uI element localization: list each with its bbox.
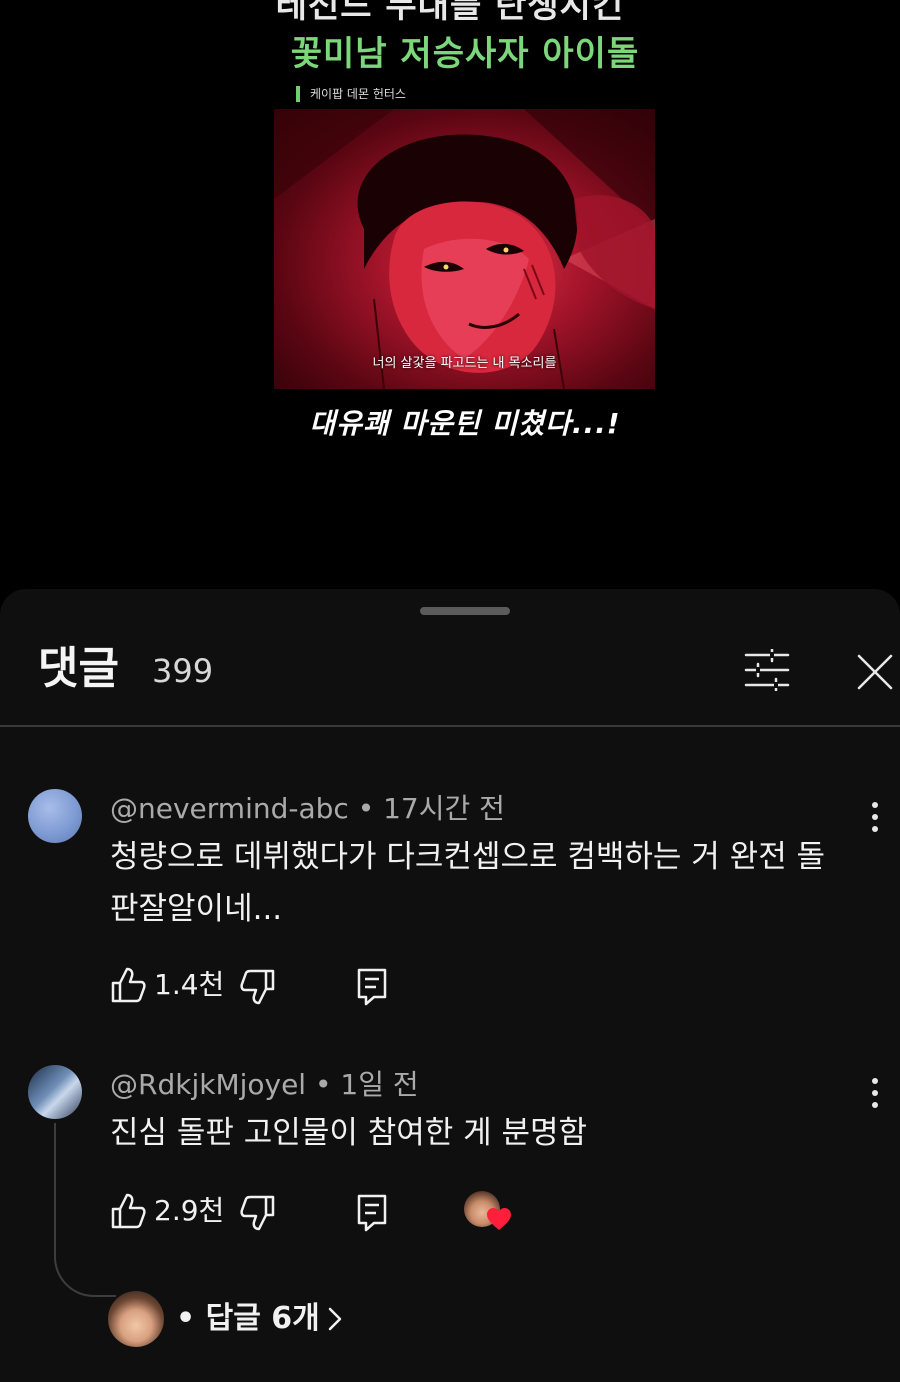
reply-icon[interactable] [356,1193,388,1233]
video-still-illustration [274,109,655,389]
thumbs-down-icon[interactable] [240,967,276,1007]
avatar[interactable] [28,789,82,843]
video-caption: 대유쾌 마운틴 미쳤다...! [309,407,621,440]
video-frame: 너의 살갗을 파고드는 내 목소리를 [274,109,655,389]
header-divider [0,725,900,727]
video-player[interactable]: 레전드 무대를 탄생시킨 꽃미남 저승사자 아이돌 케이팝 데몬 헌터스 너의 … [0,0,900,600]
video-subtitle: 너의 살갗을 파고드는 내 목소리를 [372,356,557,371]
more-vert-icon[interactable] [862,797,888,837]
thumbs-up-icon[interactable] [110,1191,146,1231]
close-icon[interactable] [856,653,894,691]
thumbs-down-icon[interactable] [240,1193,276,1233]
like-count: 2.9천 [154,1194,225,1227]
avatar[interactable] [28,1065,82,1119]
more-vert-icon[interactable] [862,1073,888,1113]
video-headline-line1: 레전드 무대를 탄생시킨 [275,0,625,26]
comment-text: 진심 돌판 고인물이 참여한 게 분명함 [110,1115,588,1151]
video-headline-line2: 꽃미남 저승사자 아이돌 [290,34,640,74]
comments-title: 댓글 [38,643,119,694]
comment-text: 청량으로 데뷔했다가 다크컨셉으로 컴백하는 거 완전 돌판잘알이네... [110,839,826,927]
chevron-right-icon [328,1307,342,1331]
sliders-icon[interactable] [744,649,790,691]
comments-sheet: 댓글 399 @nevermind-abc • 17시간 전 청량으로 데뷔했다… [0,589,900,1382]
drag-handle[interactable] [420,607,510,615]
reply-author-avatar [108,1291,164,1347]
thumbs-up-icon[interactable] [110,965,146,1005]
reply-thread-line [54,1123,116,1297]
creator-heart-badge [464,1191,512,1233]
reply-icon[interactable] [356,967,388,1007]
comments-count: 399 [152,652,214,690]
comment-meta[interactable]: @nevermind-abc • 17시간 전 [110,791,505,827]
comment-meta[interactable]: @RdkjkMjoyel • 1일 전 [110,1067,419,1103]
heart-icon [487,1208,511,1230]
replies-count-label: • 답글 6개 [176,1301,320,1336]
like-count: 1.4천 [154,968,225,1001]
view-replies-button[interactable]: • 답글 6개 [108,1291,368,1347]
video-source-tag: 케이팝 데몬 헌터스 [296,86,406,102]
